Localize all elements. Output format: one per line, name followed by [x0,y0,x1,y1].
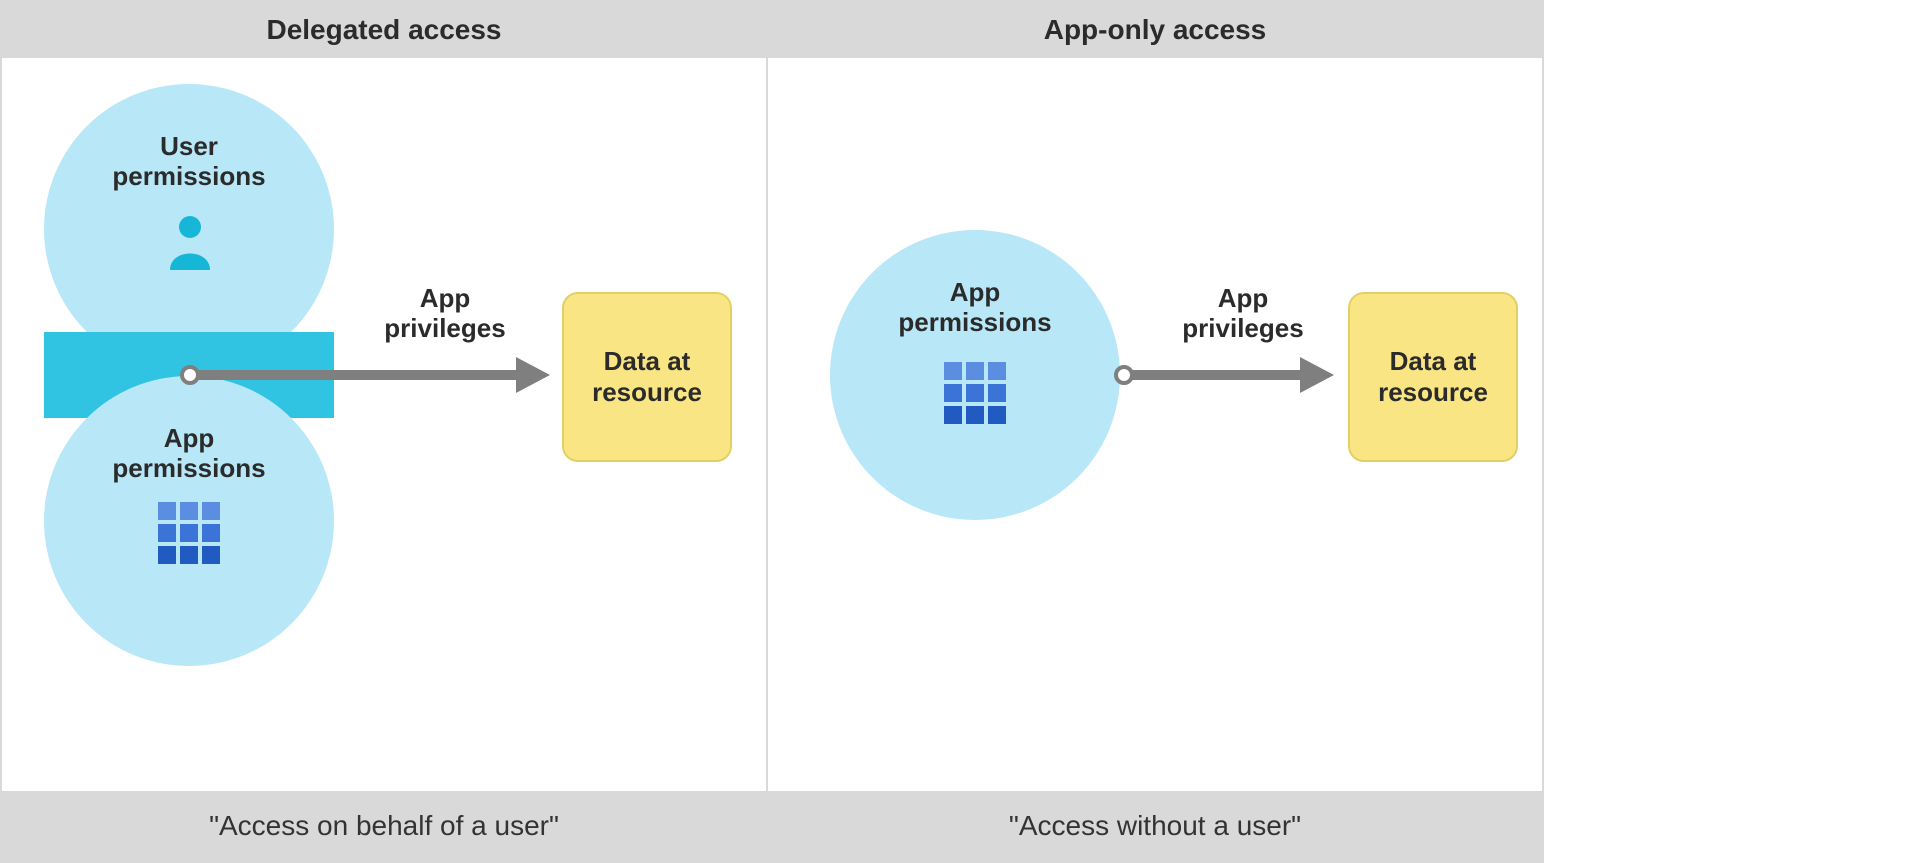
privileges-arrow-label-right: Appprivileges [1168,284,1318,344]
panel-apponly-title: App-only access [768,2,1542,58]
resource-label: Data atresource [592,346,702,408]
app-permissions-circle: Apppermissions [44,376,334,666]
grid-icon [944,362,1006,429]
panel-delegated-title: Delegated access [2,2,766,58]
resource-label-right: Data atresource [1378,346,1488,408]
resource-box: Data atresource [562,292,732,462]
panel-apponly-access: App-only access "Access without a user" … [766,0,1544,863]
resource-box-right: Data atresource [1348,292,1518,462]
arrow-start-dot [1114,365,1134,385]
arrow-start-dot [180,365,200,385]
privileges-arrow [198,370,518,380]
user-permissions-label: Userpermissions [44,132,334,192]
privileges-arrow-label: Appprivileges [370,284,520,344]
user-permissions-circle: Userpermissions [44,84,334,374]
app-permissions-circle-right: Apppermissions [830,230,1120,520]
app-permissions-label: Apppermissions [44,424,334,484]
panel-delegated-access: Delegated access "Access on behalf of a … [0,0,768,863]
privileges-arrow [1132,370,1302,380]
grid-icon [158,502,220,569]
user-icon [166,214,214,275]
diagram-root: Delegated access "Access on behalf of a … [0,0,1927,863]
privileges-arrow-head [516,357,550,393]
panel-delegated-footer: "Access on behalf of a user" [2,791,766,861]
side-gap [1544,0,1927,863]
privileges-arrow-head [1300,357,1334,393]
panel-apponly-footer: "Access without a user" [768,791,1542,861]
app-permissions-label-right: Apppermissions [830,278,1120,338]
